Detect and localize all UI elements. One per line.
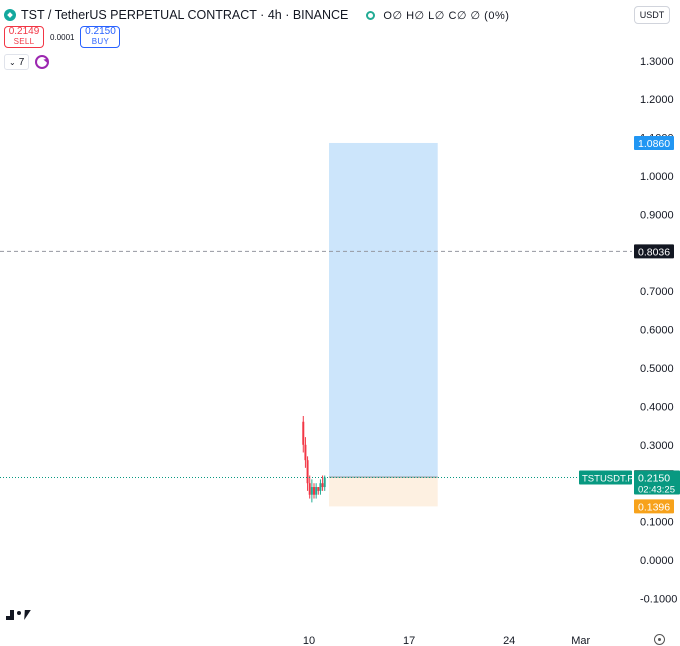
candle-body <box>321 483 324 488</box>
ohlc-values: O∅ H∅ L∅ C∅ ∅ (0%) <box>383 9 510 22</box>
candle-body <box>317 487 320 491</box>
chevron-down-icon: ⌄ <box>9 57 16 67</box>
candle-body <box>302 421 305 445</box>
sell-price: 0.2149 <box>8 26 40 37</box>
price-tick-label: 0.1000 <box>640 517 674 529</box>
symbol-title[interactable]: TST / TetherUS PERPETUAL CONTRACT · 4h ·… <box>21 8 348 22</box>
last-price-text: 0.2150 <box>638 472 670 484</box>
candle-body <box>315 487 318 495</box>
sell-button[interactable]: 0.2149 SELL <box>4 26 44 48</box>
candles <box>302 416 326 503</box>
trade-buttons: 0.2149 SELL 0.0001 0.2150 BUY <box>4 26 121 48</box>
stop-zone <box>329 477 438 507</box>
time-tick-label: 10 <box>303 635 315 646</box>
indicators-row: ⌄ 7 <box>4 54 50 70</box>
spread-value: 0.0001 <box>50 32 75 42</box>
symbol-logo-icon <box>4 9 16 21</box>
time-axis: 10 17 24 Mar <box>303 635 591 646</box>
price-tick-label: -0.1000 <box>640 593 677 605</box>
price-tick-label: 0.9000 <box>640 209 674 221</box>
tradingview-logo-icon[interactable] <box>6 608 31 620</box>
time-tick-label: 24 <box>503 635 515 646</box>
last-price-label: 0.215002:43:25 <box>634 470 680 495</box>
candle-body <box>306 460 309 484</box>
target-price-label-text: 1.0860 <box>638 138 670 150</box>
time-tick-label: 17 <box>403 635 415 646</box>
currency-button[interactable]: USDT <box>634 6 670 24</box>
price-tick-label: 1.2000 <box>640 94 674 106</box>
candle-body <box>319 483 322 491</box>
sync-icon[interactable] <box>35 55 50 69</box>
countdown-text: 02:43:25 <box>638 484 675 495</box>
symbol-tag-text: TSTUSDT.P <box>582 473 634 484</box>
candle-body <box>308 483 311 495</box>
crosshair-price-label: 0.8036 <box>634 244 674 259</box>
price-tick-label: 0.3000 <box>640 440 674 452</box>
stop-price-label-text: 0.1396 <box>638 501 670 513</box>
candle-body <box>304 444 307 461</box>
chart-area[interactable]: 1.30001.20001.10001.00000.90000.80000.70… <box>0 0 680 646</box>
buy-label: BUY <box>91 37 110 46</box>
target-price-label: 1.0860 <box>634 135 674 150</box>
price-tick-label: 1.3000 <box>640 56 674 68</box>
settings-icon[interactable] <box>654 634 665 645</box>
candle-body <box>323 477 326 488</box>
symbol-price-tag: TSTUSDT.P <box>579 470 634 485</box>
long-position-tool <box>329 142 438 507</box>
price-chart[interactable]: 1.30001.20001.10001.00000.90000.80000.70… <box>0 0 680 646</box>
market-status-icon[interactable] <box>366 10 376 20</box>
indicators-count: 7 <box>18 56 25 68</box>
price-lines <box>0 250 632 478</box>
profit-zone <box>329 142 438 478</box>
sell-label: SELL <box>13 37 35 46</box>
price-tick-label: 0.4000 <box>640 401 674 413</box>
stop-price-label: 0.1396 <box>634 499 674 514</box>
crosshair-price-label-text: 0.8036 <box>638 246 670 258</box>
price-tick-label: 0.6000 <box>640 325 674 337</box>
price-tick-label: 1.0000 <box>640 171 674 183</box>
price-tick-label: 0.0000 <box>640 555 674 567</box>
candle-body <box>313 487 316 495</box>
candle-body <box>310 487 313 495</box>
indicators-toggle[interactable]: ⌄ 7 <box>4 54 30 70</box>
price-tick-label: 0.5000 <box>640 363 674 375</box>
buy-price: 0.2150 <box>85 26 116 37</box>
time-tick-label: Mar <box>571 635 590 646</box>
price-tick-label: 0.7000 <box>640 286 674 298</box>
legend-header: TST / TetherUS PERPETUAL CONTRACT · 4h ·… <box>4 6 509 24</box>
buy-button[interactable]: 0.2150 BUY <box>80 26 121 48</box>
